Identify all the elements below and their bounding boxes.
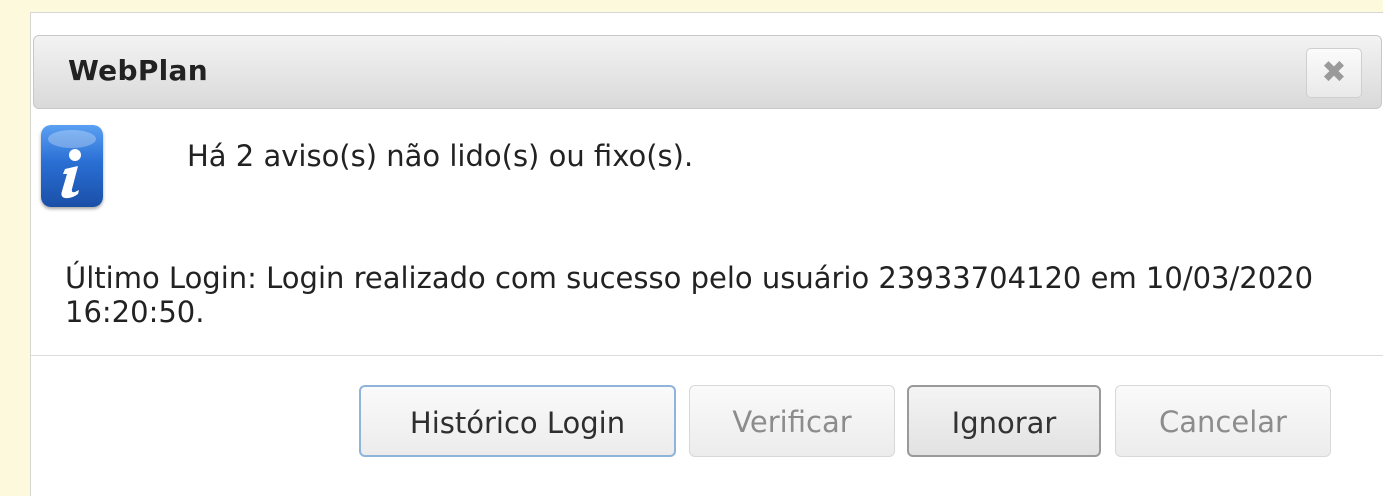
close-icon: ✖ [1321, 55, 1347, 90]
ignore-button[interactable]: Ignorar [907, 385, 1101, 457]
dialog-title: WebPlan [68, 54, 208, 87]
last-login-text: Último Login: Login realizado com sucess… [65, 261, 1314, 329]
dialog-content: Há 2 aviso(s) não lido(s) ou fixo(s). Úl… [31, 109, 1383, 355]
login-history-button[interactable]: Histórico Login [359, 385, 676, 457]
dialog-titlebar[interactable]: WebPlan ✖ [33, 35, 1382, 109]
cancel-button[interactable]: Cancelar [1115, 385, 1331, 457]
verify-button[interactable]: Verificar [689, 385, 895, 457]
info-icon [41, 125, 103, 207]
webplan-dialog: WebPlan ✖ Há 2 aviso(s) não lido(s) ou f… [30, 12, 1383, 496]
close-button[interactable]: ✖ [1306, 48, 1362, 98]
footer-divider [31, 355, 1383, 356]
unread-notices-message: Há 2 aviso(s) não lido(s) ou fixo(s). [187, 139, 694, 173]
